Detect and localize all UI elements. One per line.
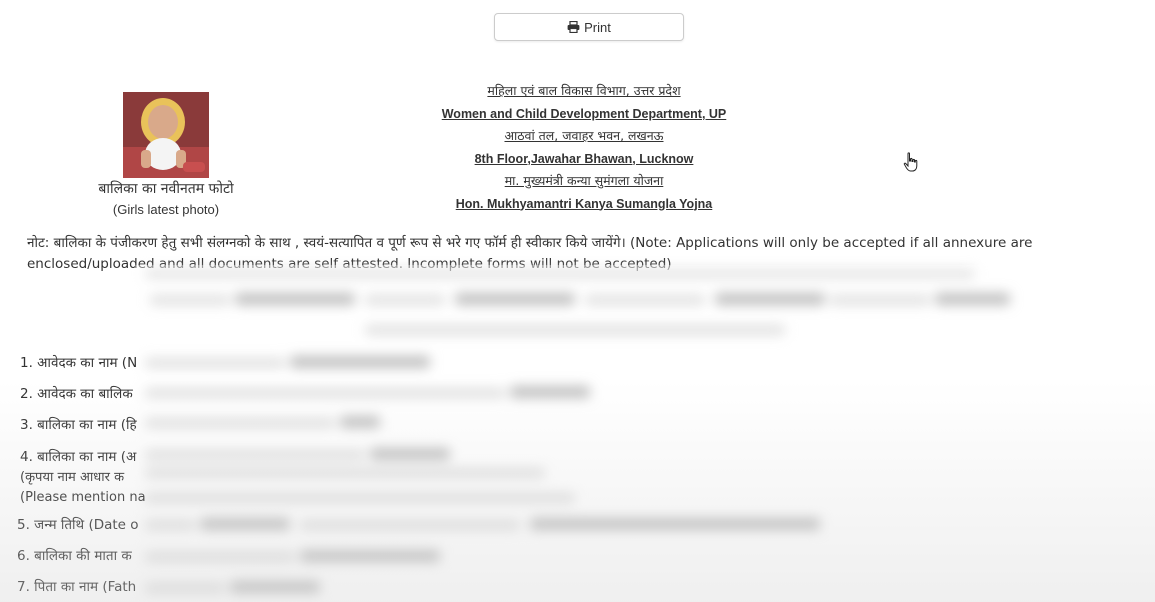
print-button[interactable]: Print: [494, 13, 684, 41]
question-girl-name-hindi: 3. बालिका का नाम (हि: [20, 417, 137, 433]
print-button-label: Print: [584, 19, 611, 35]
header-scheme-hindi: मा. मुख्यमंत्री कन्या सुमंगला योजना: [504, 173, 664, 188]
department-header: महिला एवं बाल विकास विभाग, उत्तर प्रदेश …: [384, 80, 784, 215]
question-applicant-name: 1. आवेदक का नाम (N: [20, 355, 138, 371]
header-scheme-english: Hon. Mukhyamantri Kanya Sumangla Yojna: [455, 196, 713, 211]
printer-icon: [567, 21, 580, 33]
question-girl-name-note-english: (Please mention na: [20, 490, 146, 505]
question-girl-name-english: 4. बालिका का नाम (अ: [20, 449, 137, 465]
header-dept-english: Women and Child Development Department, …: [441, 106, 727, 121]
girl-photo: [123, 92, 209, 178]
question-applicant-relation: 2. आवेदक का बालिक: [20, 386, 133, 402]
question-girl-name-note-hindi: (कृपया नाम आधार क: [20, 470, 125, 485]
header-dept-hindi: महिला एवं बाल विकास विभाग, उत्तर प्रदेश: [487, 83, 681, 98]
header-address-hindi: आठवां तल, जवाहर भवन, लखनऊ: [504, 128, 664, 143]
blur-overlay: [135, 265, 1040, 602]
question-father-name: 7. पिता का नाम (Fath: [17, 579, 137, 595]
photo-caption-hindi: बालिका का नवीनतम फोटो: [98, 181, 234, 197]
hand-cursor-icon: [903, 152, 918, 172]
question-mother-name: 6. बालिका की माता क: [17, 548, 132, 564]
header-address-english: 8th Floor,Jawahar Bhawan, Lucknow: [474, 151, 694, 166]
photo-caption-english: (Girls latest photo): [112, 202, 220, 217]
question-date-of-birth: 5. जन्म तिथि (Date o: [17, 517, 139, 533]
girl-photo-block: बालिका का नवीनतम फोटो (Girls latest phot…: [60, 92, 272, 217]
